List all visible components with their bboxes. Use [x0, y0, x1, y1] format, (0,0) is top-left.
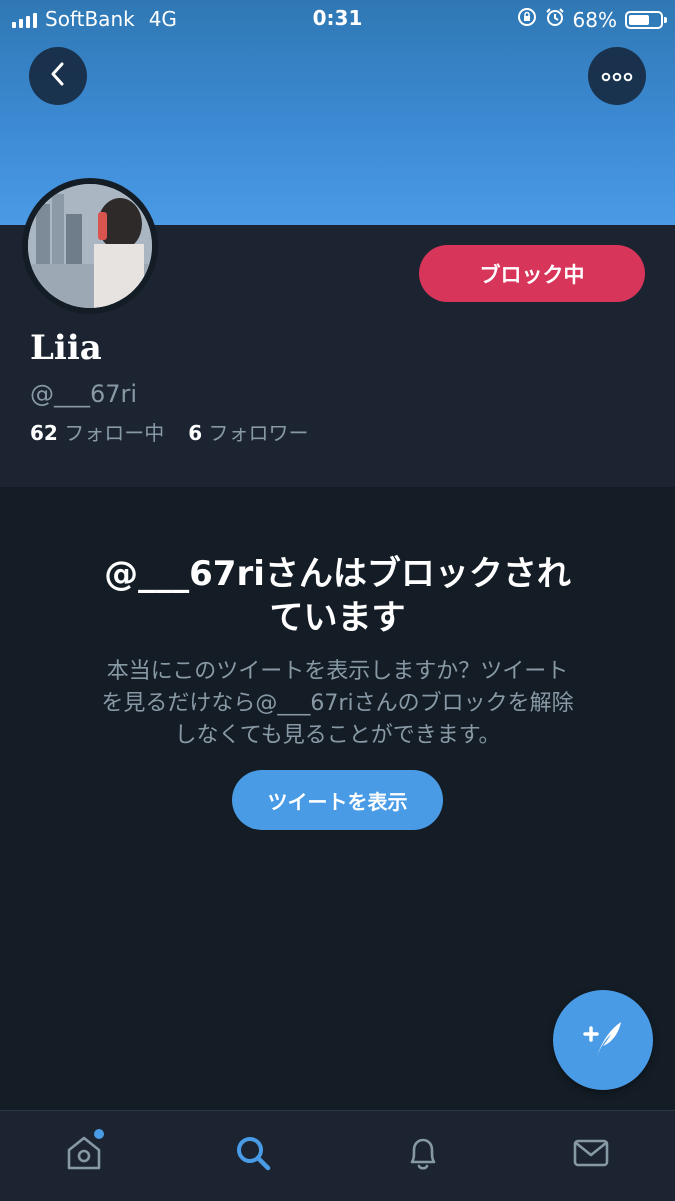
followers-link[interactable]: 6 フォロワー [188, 417, 308, 446]
search-icon [233, 1133, 273, 1177]
blocked-title-line-2: ています [269, 598, 406, 638]
orientation-lock-icon [517, 7, 537, 32]
compose-tweet-icon [579, 1014, 627, 1066]
tab-messages[interactable] [569, 1133, 613, 1177]
profile-handle: @___67ri [30, 380, 138, 408]
description-line-2: を見るだけなら@___67riさんのブロックを解除 [101, 691, 574, 716]
battery-percent: 68% [572, 7, 617, 32]
back-button[interactable] [29, 47, 87, 105]
followers-label: フォロワー [208, 421, 309, 445]
tab-bar [0, 1110, 675, 1201]
avatar[interactable] [22, 178, 158, 314]
profile-name: Liia [30, 328, 102, 368]
alarm-icon [545, 7, 565, 32]
show-tweets-button[interactable]: ツイートを表示 [232, 770, 443, 830]
following-label: フォロー中 [64, 421, 165, 445]
following-count: 62 [30, 421, 58, 445]
tab-search[interactable] [231, 1133, 275, 1177]
mail-icon [571, 1133, 611, 1177]
tab-notifications[interactable] [401, 1133, 445, 1177]
more-options-button[interactable] [588, 47, 646, 105]
chevron-left-icon [47, 61, 69, 91]
status-bar: SoftBank 4G 0:31 68% [0, 0, 675, 38]
blocked-button[interactable]: ブロック中 [419, 245, 645, 302]
blocked-notice-title: @___67riさんはブロックされ ています [40, 552, 635, 640]
description-line-1: 本当にこのツイートを表示しますか？ツイート [106, 659, 569, 684]
tab-home[interactable] [62, 1133, 106, 1177]
home-icon [64, 1133, 104, 1177]
followers-count: 6 [188, 421, 203, 445]
more-dots-icon [601, 67, 633, 86]
follow-stats: 62 フォロー中 6 フォロワー [30, 417, 308, 446]
blocked-title-line-1: @___67riさんはブロックされ [104, 554, 571, 594]
blocked-notice-description: 本当にこのツイートを表示しますか？ツイート を見るだけなら@___67riさんの… [55, 656, 620, 752]
description-line-3: しなくても見ることができます。 [174, 723, 501, 748]
compose-tweet-button[interactable] [553, 990, 653, 1090]
bell-icon [403, 1133, 443, 1177]
battery-icon [625, 10, 667, 29]
home-notification-badge [94, 1129, 104, 1139]
following-link[interactable]: 62 フォロー中 [30, 417, 164, 446]
avatar-image [28, 184, 152, 308]
status-right: 68% [517, 7, 667, 32]
